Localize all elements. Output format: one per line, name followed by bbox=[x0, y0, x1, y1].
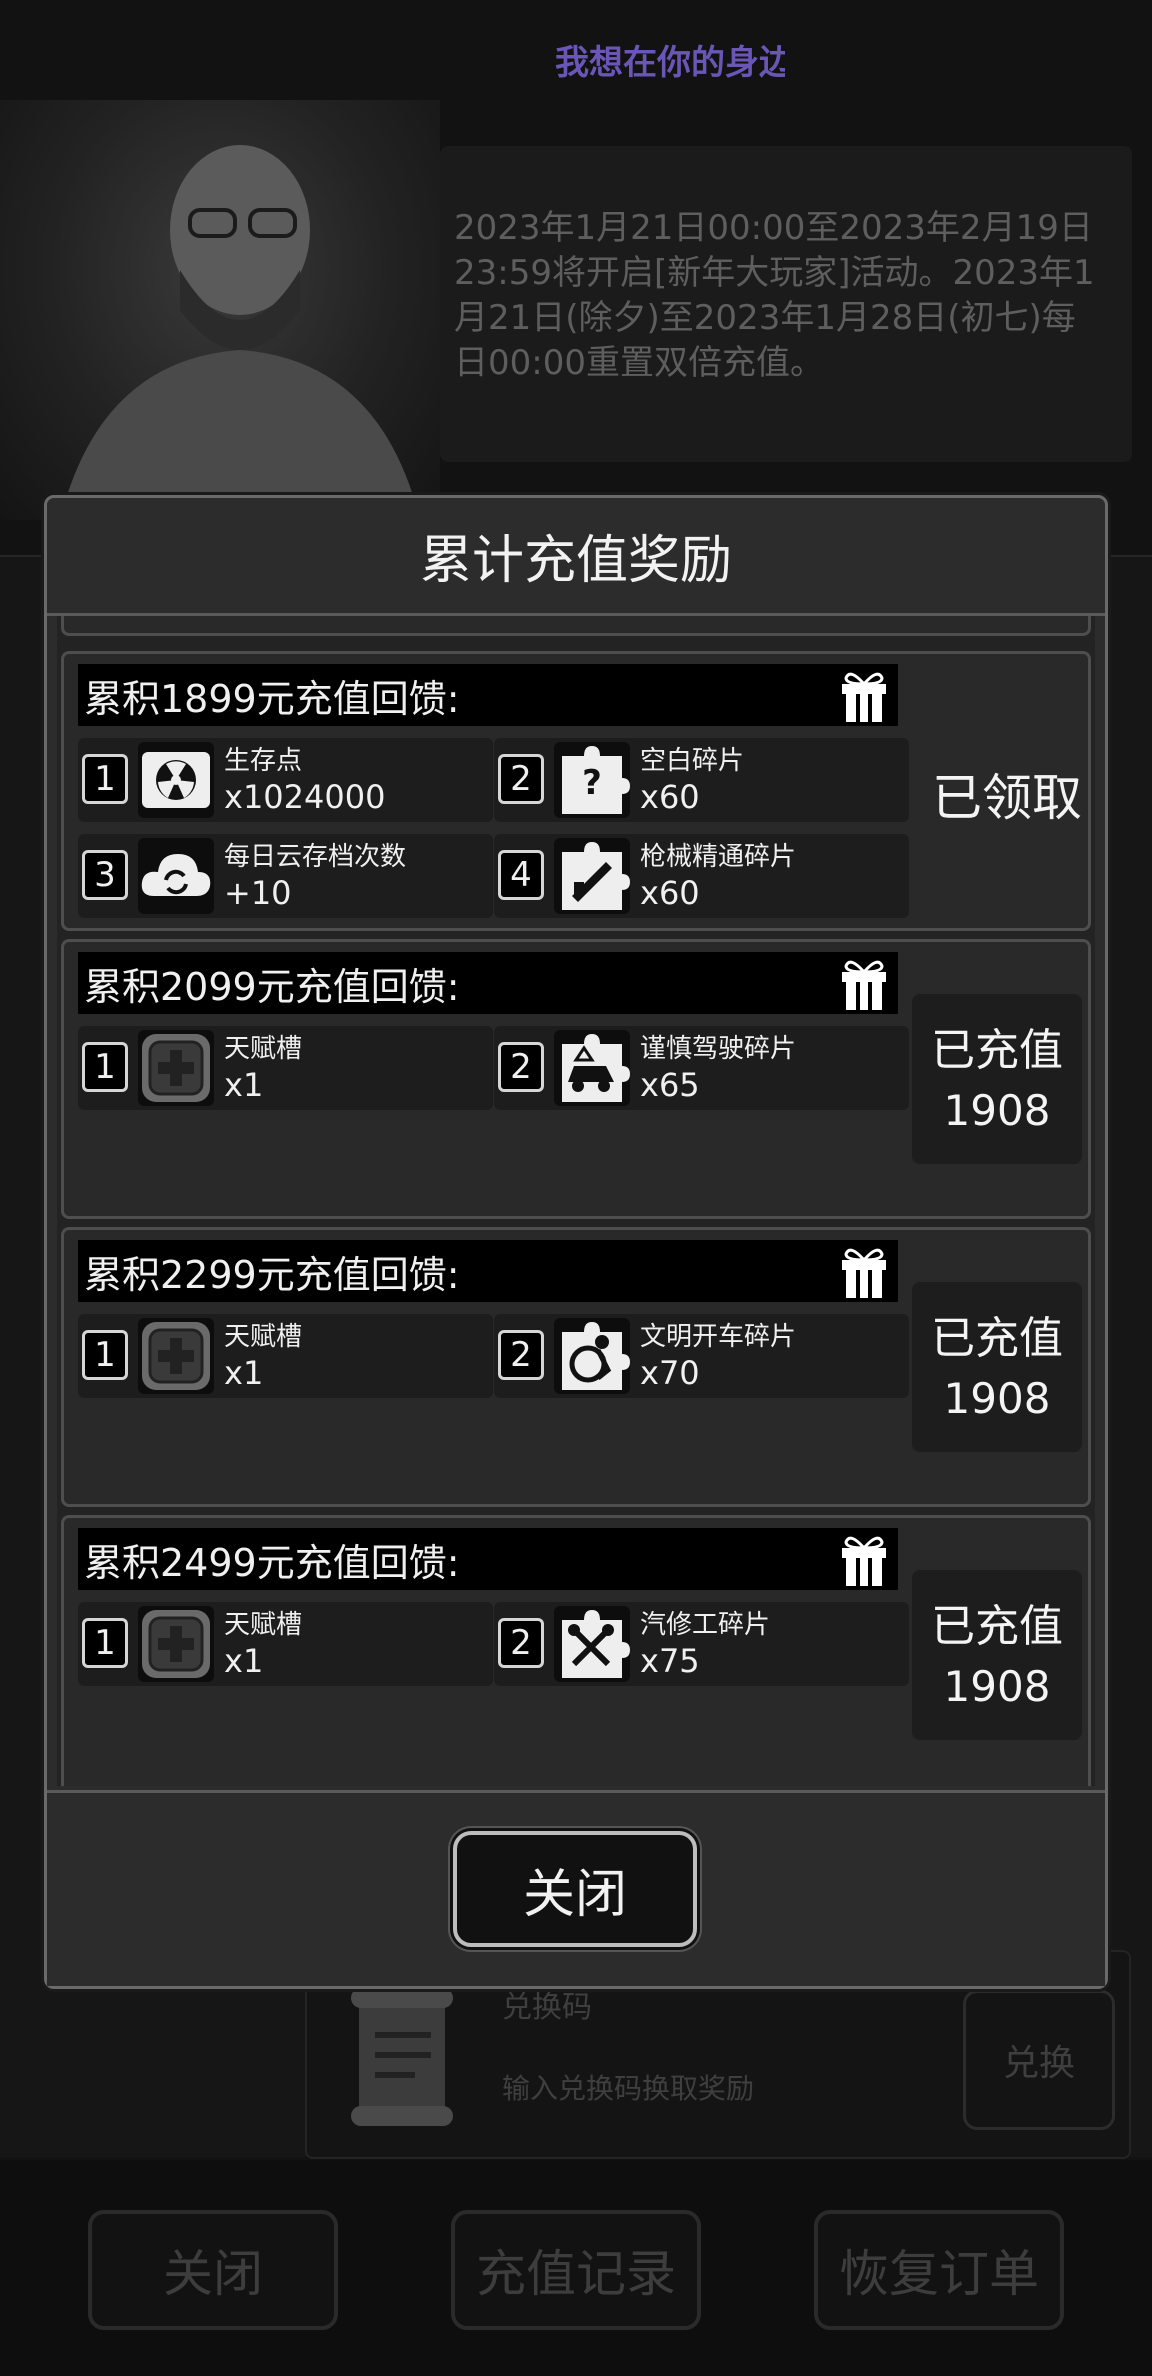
radiation-chest-icon bbox=[138, 742, 214, 818]
recharged-amount: 1908 bbox=[943, 1662, 1051, 1711]
talent-slot-icon bbox=[138, 1030, 214, 1106]
tier-title: 累积1899元充值回馈: bbox=[84, 676, 460, 721]
reward-item[interactable]: 2 谨慎驾驶碎片 x65 bbox=[494, 1026, 909, 1110]
reward-tier-list[interactable]: 累积1899元充值回馈: 1 生存点 x1024000 2 ? 空白碎片 x60… bbox=[57, 616, 1095, 1786]
modal-close-button[interactable]: 关闭 bbox=[453, 1831, 697, 1947]
reward-index: 3 bbox=[82, 850, 128, 900]
reward-item[interactable]: 4 枪械精通碎片 x60 bbox=[494, 834, 909, 918]
reward-name: 每日云存档次数 bbox=[224, 842, 407, 872]
reward-count: x60 bbox=[640, 874, 700, 912]
reward-count: x1 bbox=[224, 1354, 264, 1392]
tier-header: 累积2299元充值回馈: bbox=[78, 1240, 898, 1302]
reward-index: 2 bbox=[498, 754, 544, 804]
talent-slot-icon bbox=[138, 1318, 214, 1394]
reward-count: x1 bbox=[224, 1066, 264, 1104]
reward-tier-card: 累积1899元充值回馈: 1 生存点 x1024000 2 ? 空白碎片 x60… bbox=[61, 651, 1091, 931]
reward-item[interactable]: 2 文明开车碎片 x70 bbox=[494, 1314, 909, 1398]
reward-item[interactable]: 1 生存点 x1024000 bbox=[78, 738, 493, 822]
reward-index: 1 bbox=[82, 754, 128, 804]
modal-footer: 关闭 bbox=[47, 1790, 1105, 1986]
reward-name: 天赋槽 bbox=[224, 1034, 303, 1064]
reward-count: x60 bbox=[640, 778, 700, 816]
redeem-button[interactable]: 兑换 bbox=[963, 1990, 1115, 2130]
reward-index: 1 bbox=[82, 1618, 128, 1668]
reward-count: x1024000 bbox=[224, 778, 386, 816]
recharged-label: 已充值 bbox=[931, 1313, 1063, 1364]
reward-item[interactable]: 2 汽修工碎片 x75 bbox=[494, 1602, 909, 1686]
tier-status-recharged: 已充值 1908 bbox=[912, 994, 1082, 1164]
reward-name: 枪械精通碎片 bbox=[640, 842, 797, 872]
car-puzzle-icon bbox=[554, 1030, 630, 1106]
reward-count: +10 bbox=[224, 874, 292, 912]
tier-title: 累积2299元充值回馈: bbox=[84, 1252, 460, 1297]
tier-status-recharged: 已充值 1908 bbox=[912, 1570, 1082, 1740]
reward-count: x70 bbox=[640, 1354, 700, 1392]
reward-tier-card: 累积2299元充值回馈: 1 天赋槽 x1 2 文明开车碎片 x70 已充值 1… bbox=[61, 1227, 1091, 1507]
reward-tier-card-partial bbox=[61, 616, 1091, 636]
question-puzzle-icon: ? bbox=[554, 742, 630, 818]
reward-count: x75 bbox=[640, 1642, 700, 1680]
event-notice-text: 2023年1月21日00:00至2023年2月19日23:59将开启[新年大玩家… bbox=[454, 208, 1095, 383]
tier-title: 累积2499元充值回馈: bbox=[84, 1540, 460, 1585]
tier-status-recharged: 已充值 1908 bbox=[912, 1282, 1082, 1452]
gift-icon[interactable] bbox=[836, 954, 892, 1012]
reward-tier-card: 累积2099元充值回馈: 1 天赋槽 x1 2 谨慎驾驶碎片 x65 已充值 1… bbox=[61, 939, 1091, 1219]
recharged-label: 已充值 bbox=[931, 1025, 1063, 1076]
gift-icon[interactable] bbox=[836, 666, 892, 724]
scroll-icon bbox=[351, 1988, 453, 2126]
tier-header: 累积2499元充值回馈: bbox=[78, 1528, 898, 1590]
reward-name: 汽修工碎片 bbox=[640, 1610, 771, 1640]
bottom-close-button[interactable]: 关闭 bbox=[88, 2210, 338, 2330]
tier-header: 累积2099元充值回馈: bbox=[78, 952, 898, 1014]
reward-index: 2 bbox=[498, 1330, 544, 1380]
reward-item[interactable]: 1 天赋槽 x1 bbox=[78, 1026, 493, 1110]
reward-index: 2 bbox=[498, 1042, 544, 1092]
svg-text:?: ? bbox=[582, 763, 602, 803]
redeem-code-input[interactable]: 输入兑换码换取奖励 bbox=[502, 2067, 754, 2107]
tier-status-claimed: 已领取 bbox=[932, 769, 1082, 827]
recharge-history-button[interactable]: 充值记录 bbox=[451, 2210, 701, 2330]
cumulative-recharge-modal: 累计充值奖励 累积1899元充值回馈: 1 生存点 x1024000 2 ? 空… bbox=[44, 495, 1108, 1989]
reward-tier-card: 累积2499元充值回馈: 1 天赋槽 x1 2 汽修工碎片 x75 已充值 19… bbox=[61, 1515, 1091, 1786]
driver-puzzle-icon bbox=[554, 1318, 630, 1394]
reward-item[interactable]: 1 天赋槽 x1 bbox=[78, 1602, 493, 1686]
marquee-text: 我想在你的身边 bbox=[555, 43, 785, 83]
talent-slot-icon bbox=[138, 1606, 214, 1682]
reward-name: 天赋槽 bbox=[224, 1610, 303, 1640]
npc-portrait bbox=[0, 100, 440, 520]
reward-count: x1 bbox=[224, 1642, 264, 1680]
reward-index: 4 bbox=[498, 850, 544, 900]
gift-icon[interactable] bbox=[836, 1530, 892, 1588]
recharged-amount: 1908 bbox=[943, 1374, 1051, 1423]
reward-name: 文明开车碎片 bbox=[640, 1322, 797, 1352]
reward-name: 天赋槽 bbox=[224, 1322, 303, 1352]
reward-name: 生存点 bbox=[224, 746, 303, 776]
reward-name: 空白碎片 bbox=[640, 746, 745, 776]
reward-item[interactable]: 3 每日云存档次数 +10 bbox=[78, 834, 493, 918]
tier-header: 累积1899元充值回馈: bbox=[78, 664, 898, 726]
event-notice: 2023年1月21日00:00至2023年2月19日23:59将开启[新年大玩家… bbox=[440, 146, 1132, 462]
reward-index: 1 bbox=[82, 1042, 128, 1092]
mechanic-puzzle-icon bbox=[554, 1606, 630, 1682]
tier-title: 累积2099元充值回馈: bbox=[84, 964, 460, 1009]
recharged-amount: 1908 bbox=[943, 1086, 1051, 1135]
reward-name: 谨慎驾驶碎片 bbox=[640, 1034, 797, 1064]
gun-puzzle-icon bbox=[554, 838, 630, 914]
restore-order-button[interactable]: 恢复订单 bbox=[814, 2210, 1064, 2330]
reward-item[interactable]: 2 ? 空白碎片 x60 bbox=[494, 738, 909, 822]
reward-item[interactable]: 1 天赋槽 x1 bbox=[78, 1314, 493, 1398]
reward-index: 1 bbox=[82, 1330, 128, 1380]
cloud-sync-icon bbox=[138, 838, 214, 914]
reward-index: 2 bbox=[498, 1618, 544, 1668]
modal-title: 累计充值奖励 bbox=[47, 498, 1105, 616]
recharged-label: 已充值 bbox=[931, 1601, 1063, 1652]
reward-count: x65 bbox=[640, 1066, 700, 1104]
gift-icon[interactable] bbox=[836, 1242, 892, 1300]
